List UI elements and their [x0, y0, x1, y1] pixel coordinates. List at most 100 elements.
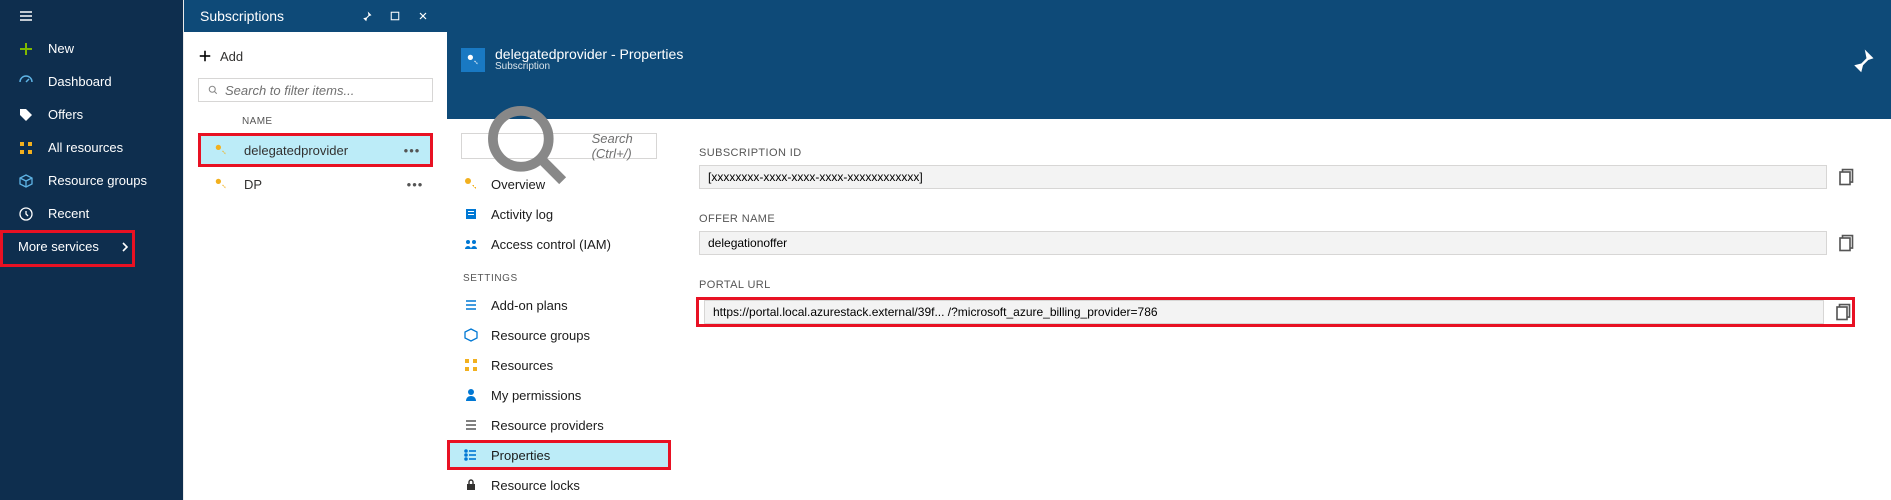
menu-label: Resource locks: [491, 478, 580, 493]
add-subscription-button[interactable]: Add: [198, 40, 433, 72]
dashboard-icon: [18, 74, 34, 90]
nav-offers[interactable]: Offers: [0, 98, 183, 131]
maximize-icon: [389, 10, 401, 22]
subscription-row-delegatedprovider[interactable]: delegatedprovider •••: [198, 133, 433, 167]
menu-label: Overview: [491, 177, 545, 192]
chevron-right-icon: [117, 239, 133, 255]
subscription-logo: [461, 48, 485, 72]
list-icon: [463, 417, 479, 433]
cube-icon: [18, 173, 34, 189]
row-context-menu[interactable]: •••: [403, 177, 427, 192]
copy-button[interactable]: [1835, 233, 1855, 253]
copy-icon: [1832, 302, 1852, 322]
field-label: PORTAL URL: [699, 279, 1855, 291]
menu-search-input[interactable]: Search (Ctrl+/): [461, 133, 657, 159]
close-icon: [417, 10, 429, 22]
pin-button[interactable]: [353, 2, 381, 30]
menu-addon-plans[interactable]: Add-on plans: [447, 290, 671, 320]
key-icon: [214, 177, 228, 191]
menu-label: Add-on plans: [491, 298, 568, 313]
left-nav: New Dashboard Offers All resources Resou…: [0, 0, 183, 500]
nav-recent[interactable]: Recent: [0, 197, 183, 230]
menu-search-placeholder: Search (Ctrl+/): [592, 131, 646, 161]
properties-title: delegatedprovider - Properties: [495, 47, 1849, 61]
filter-input[interactable]: Search to filter items...: [198, 78, 433, 102]
tag-icon: [18, 107, 34, 123]
column-header-name: NAME: [198, 102, 433, 133]
menu-section-settings: SETTINGS: [447, 259, 671, 290]
pin-icon: [361, 10, 373, 22]
subscription-row-dp[interactable]: DP •••: [198, 167, 433, 201]
field-label: OFFER NAME: [699, 213, 1855, 225]
pin-button[interactable]: [1849, 46, 1877, 74]
menu-activity-log[interactable]: Activity log: [447, 199, 671, 229]
copy-button[interactable]: [1832, 302, 1852, 322]
properties-menu: Search (Ctrl+/) Overview Activity log Ac…: [447, 119, 671, 500]
nav-more-services-label: More services: [18, 239, 99, 254]
hamburger-icon: [18, 8, 34, 24]
menu-label: Resources: [491, 358, 553, 373]
nav-all-resources[interactable]: All resources: [0, 131, 183, 164]
menu-resources[interactable]: Resources: [447, 350, 671, 380]
nav-dashboard[interactable]: Dashboard: [0, 65, 183, 98]
field-label: SUBSCRIPTION ID: [699, 147, 1855, 159]
menu-label: Properties: [491, 448, 550, 463]
plus-icon: [18, 41, 34, 57]
nav-new[interactable]: New: [0, 32, 183, 65]
properties-subtitle: Subscription: [495, 61, 1849, 73]
key-icon: [463, 176, 479, 192]
subscription-name: DP: [244, 177, 387, 192]
nav-offers-label: Offers: [48, 107, 83, 122]
menu-label: Resource providers: [491, 418, 604, 433]
subscription-name: delegatedprovider: [244, 143, 384, 158]
menu-resource-locks[interactable]: Resource locks: [447, 470, 671, 500]
nav-resource-groups[interactable]: Resource groups: [0, 164, 183, 197]
people-icon: [463, 236, 479, 252]
properties-blade: delegatedprovider - Properties Subscript…: [447, 0, 1891, 500]
menu-properties[interactable]: Properties: [447, 440, 671, 470]
menu-label: My permissions: [491, 388, 581, 403]
menu-my-permissions[interactable]: My permissions: [447, 380, 671, 410]
properties-icon: [463, 447, 479, 463]
field-offer-name: OFFER NAME delegationoffer: [699, 213, 1855, 255]
subscription-id-value[interactable]: [xxxxxxxx-xxxx-xxxx-xxxx-xxxxxxxxxxxx]: [699, 165, 1827, 189]
subscriptions-header: Subscriptions: [184, 0, 447, 32]
activity-log-icon: [463, 206, 479, 222]
menu-resource-groups[interactable]: Resource groups: [447, 320, 671, 350]
add-label: Add: [220, 49, 243, 64]
key-icon: [466, 53, 480, 67]
pin-icon: [1849, 46, 1877, 74]
nav-all-resources-label: All resources: [48, 140, 123, 155]
lock-icon: [463, 477, 479, 493]
close-button[interactable]: [409, 2, 437, 30]
row-context-menu[interactable]: •••: [400, 143, 424, 158]
nav-dashboard-label: Dashboard: [48, 74, 112, 89]
copy-button[interactable]: [1835, 167, 1855, 187]
subscriptions-body: Add Search to filter items... NAME deleg…: [184, 32, 447, 500]
nav-new-label: New: [48, 41, 74, 56]
maximize-button[interactable]: [381, 2, 409, 30]
menu-overview[interactable]: Overview: [447, 169, 671, 199]
properties-header: delegatedprovider - Properties Subscript…: [447, 0, 1891, 119]
key-icon: [214, 143, 228, 157]
nav-recent-label: Recent: [48, 206, 89, 221]
cube-icon: [463, 327, 479, 343]
hamburger-menu[interactable]: [0, 0, 183, 32]
menu-resource-providers[interactable]: Resource providers: [447, 410, 671, 440]
copy-icon: [1835, 167, 1855, 187]
list-icon: [463, 297, 479, 313]
plus-icon: [198, 49, 212, 63]
grid-icon: [18, 140, 34, 156]
offer-name-value[interactable]: delegationoffer: [699, 231, 1827, 255]
field-subscription-id: SUBSCRIPTION ID [xxxxxxxx-xxxx-xxxx-xxxx…: [699, 147, 1855, 189]
nav-more-services[interactable]: More services: [0, 230, 183, 263]
menu-label: Access control (IAM): [491, 237, 611, 252]
person-icon: [463, 387, 479, 403]
menu-label: Activity log: [491, 207, 553, 222]
search-icon: [207, 84, 219, 96]
portal-url-value[interactable]: https://portal.local.azurestack.external…: [704, 300, 1824, 324]
field-portal-url: PORTAL URL https://portal.local.azuresta…: [699, 279, 1855, 327]
grid-icon: [463, 357, 479, 373]
subscriptions-title: Subscriptions: [200, 8, 353, 24]
menu-access-control[interactable]: Access control (IAM): [447, 229, 671, 259]
